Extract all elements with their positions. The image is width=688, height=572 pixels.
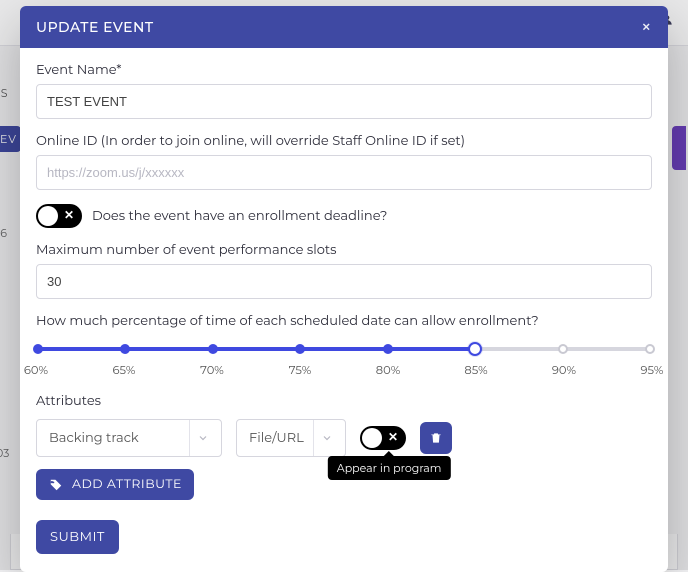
slider-tick[interactable]	[645, 344, 655, 354]
slider-tick[interactable]	[295, 344, 305, 354]
add-attribute-label: ADD ATTRIBUTE	[72, 477, 182, 492]
deadline-toggle[interactable]: ✕	[36, 204, 82, 228]
chevron-down-icon	[189, 420, 215, 456]
slider-tick-label: 70%	[200, 363, 224, 377]
modal-title: UPDATE EVENT	[36, 18, 154, 36]
attribute-mode-value: File/URL	[249, 430, 304, 446]
modal-body: Event Name* Online ID (In order to join …	[20, 48, 668, 506]
close-icon[interactable]: ×	[641, 18, 652, 36]
add-attribute-button[interactable]: ADD ATTRIBUTE	[36, 469, 194, 500]
modal-header: UPDATE EVENT ×	[20, 6, 668, 48]
slider-tick-label: 85%	[464, 363, 487, 377]
attribute-mode-select[interactable]: File/URL	[236, 419, 346, 457]
slider-tick[interactable]	[120, 344, 130, 354]
attributes-label: Attributes	[36, 393, 652, 409]
slider-tick-label: 60%	[24, 363, 48, 377]
delete-attribute-button[interactable]	[420, 422, 452, 454]
event-name-input[interactable]	[36, 84, 652, 119]
submit-button[interactable]: SUBMIT	[36, 520, 119, 554]
chevron-down-icon	[313, 420, 339, 456]
appear-in-program-tooltip: Appear in program	[328, 456, 451, 480]
slider-tick[interactable]	[208, 344, 218, 354]
online-id-label: Online ID (In order to join online, will…	[36, 133, 652, 149]
enrollment-percent-label: How much percentage of time of each sche…	[36, 313, 652, 329]
attribute-type-select[interactable]: Backing track	[36, 419, 222, 457]
submit-label: SUBMIT	[50, 529, 105, 545]
slider-tick-label: 95%	[641, 363, 664, 377]
attribute-type-value: Backing track	[49, 430, 139, 446]
toggle-knob	[38, 206, 58, 226]
slider-tick-label: 65%	[113, 363, 136, 377]
slider-tick-label: 90%	[552, 363, 576, 377]
slider-tick[interactable]	[383, 344, 393, 354]
slider-tick-label: 75%	[289, 363, 311, 377]
toggle-off-icon: ✕	[388, 432, 398, 444]
event-name-label: Event Name*	[36, 62, 652, 78]
slider-tick[interactable]	[558, 344, 568, 354]
toggle-off-icon: ✕	[64, 210, 74, 222]
appear-in-program-toggle[interactable]: ✕	[360, 426, 406, 450]
toggle-knob	[362, 428, 382, 448]
slider-tick[interactable]	[33, 344, 43, 354]
online-id-input[interactable]	[36, 155, 652, 190]
attribute-row: Backing track File/URL ✕ Appear in progr…	[36, 419, 652, 457]
max-slots-label: Maximum number of event performance slot…	[36, 242, 652, 258]
modal-footer: SUBMIT	[20, 506, 668, 572]
slider-tick-label: 80%	[376, 363, 400, 377]
deadline-toggle-row: ✕ Does the event have an enrollment dead…	[36, 204, 652, 228]
slider-handle[interactable]	[468, 342, 482, 356]
update-event-modal: UPDATE EVENT × Event Name* Online ID (In…	[20, 6, 668, 572]
trash-icon	[429, 431, 443, 445]
enrollment-percent-slider[interactable]: 60%65%70%75%80%85%90%95%	[36, 339, 652, 379]
tag-icon	[48, 478, 64, 492]
max-slots-input[interactable]	[36, 264, 652, 299]
deadline-toggle-label: Does the event have an enrollment deadli…	[92, 208, 387, 224]
